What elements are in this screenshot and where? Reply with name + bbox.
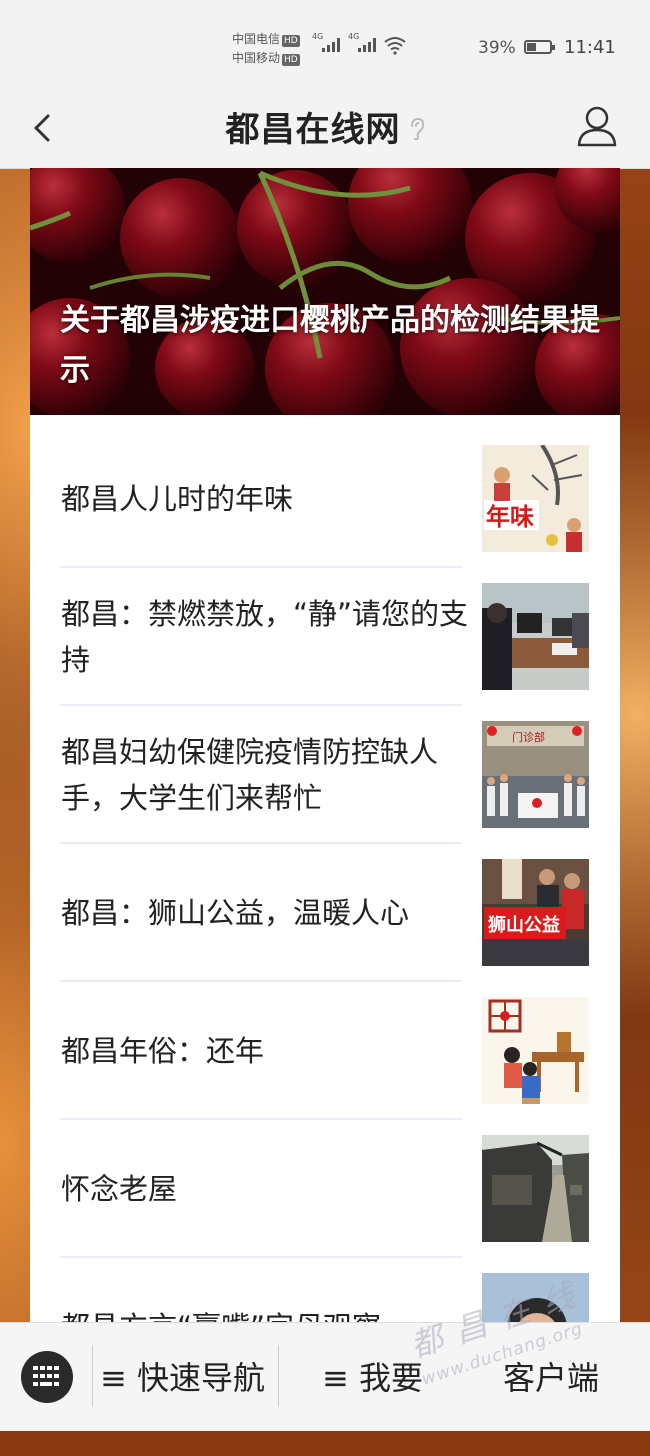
client-button[interactable]: 客户端 bbox=[503, 1353, 599, 1399]
battery-icon bbox=[524, 40, 555, 54]
list-item[interactable]: 都昌人儿时的年味 年味 bbox=[30, 430, 620, 568]
battery-percent: 39% bbox=[478, 38, 516, 58]
thumb-text: 门诊部 bbox=[512, 730, 545, 744]
article-title: 都昌妇幼保健院疫情防控缺人手，大学生们来帮忙 bbox=[61, 735, 439, 815]
quick-nav-button[interactable]: ≡ 快速导航 bbox=[100, 1353, 265, 1399]
carrier-1: 中国电信 bbox=[232, 32, 281, 46]
battery-level bbox=[527, 43, 536, 51]
list-item[interactable]: 怀念老屋 bbox=[30, 1120, 620, 1258]
wifi-icon bbox=[384, 37, 406, 55]
carriers: 中国电信 HD 中国移动 HD bbox=[232, 30, 300, 68]
keyboard-icon[interactable] bbox=[21, 1351, 73, 1403]
thumb-text: 年味 bbox=[486, 503, 534, 531]
old-house-photo bbox=[482, 1135, 589, 1242]
page-title: 都昌在线网 bbox=[0, 102, 650, 151]
article-title: 都昌人儿时的年味 bbox=[61, 482, 294, 516]
ear-icon[interactable] bbox=[409, 117, 425, 147]
article-title: 怀念老屋 bbox=[61, 1172, 178, 1206]
header: 都昌在线网 bbox=[0, 88, 650, 169]
new-year-illustration: 年味 bbox=[482, 445, 589, 552]
article-title: 都昌年俗：还年 bbox=[61, 1034, 265, 1068]
clock: 11:41 bbox=[564, 37, 616, 58]
network-type: 4G bbox=[348, 32, 360, 41]
hero-title: 关于都昌涉疫进口樱桃产品的检测结果提示 bbox=[60, 303, 600, 388]
signal-icon: 4G bbox=[348, 32, 376, 52]
bottom-bar: ≡ 快速导航 ≡ 我要 客户端 bbox=[0, 1322, 650, 1431]
thumb-text: 狮山公益 bbox=[488, 914, 560, 936]
charity-photo: 狮山公益 bbox=[482, 859, 589, 966]
network-type: 4G bbox=[312, 32, 324, 41]
status-bar: 中国电信 HD 中国移动 HD 4G 4G 39% 11:41 bbox=[0, 0, 650, 88]
carrier-2: 中国移动 bbox=[232, 51, 281, 65]
volunteers-photo: 门诊部 bbox=[482, 721, 589, 828]
article-title: 都昌：禁燃禁放，“静”请您的支持 bbox=[61, 597, 469, 677]
article-title: 都昌：狮山公益，温暖人心 bbox=[61, 896, 410, 930]
hd-badge: HD bbox=[282, 54, 300, 66]
office-photo bbox=[482, 583, 589, 690]
user-icon[interactable] bbox=[576, 104, 618, 148]
news-list-card: 关于都昌涉疫进口樱桃产品的检测结果提示 都昌人儿时的年味 年味 都昌：禁燃禁放，… bbox=[30, 168, 620, 1348]
family-illustration bbox=[482, 997, 589, 1104]
hd-badge: HD bbox=[282, 35, 300, 47]
list-item[interactable]: 都昌年俗：还年 bbox=[30, 982, 620, 1120]
hero-banner[interactable]: 关于都昌涉疫进口樱桃产品的检测结果提示 bbox=[30, 168, 620, 415]
list-item[interactable]: 都昌：禁燃禁放，“静”请您的支持 bbox=[30, 568, 620, 706]
divider bbox=[92, 1345, 93, 1407]
site-title: 都昌在线网 bbox=[225, 110, 401, 150]
list-item[interactable]: 都昌妇幼保健院疫情防控缺人手，大学生们来帮忙 门诊部 bbox=[30, 706, 620, 844]
signal-icon: 4G bbox=[312, 32, 340, 52]
want-button[interactable]: ≡ 我要 bbox=[322, 1353, 423, 1399]
divider bbox=[278, 1345, 279, 1407]
list-item[interactable]: 都昌：狮山公益，温暖人心 狮山公益 bbox=[30, 844, 620, 982]
